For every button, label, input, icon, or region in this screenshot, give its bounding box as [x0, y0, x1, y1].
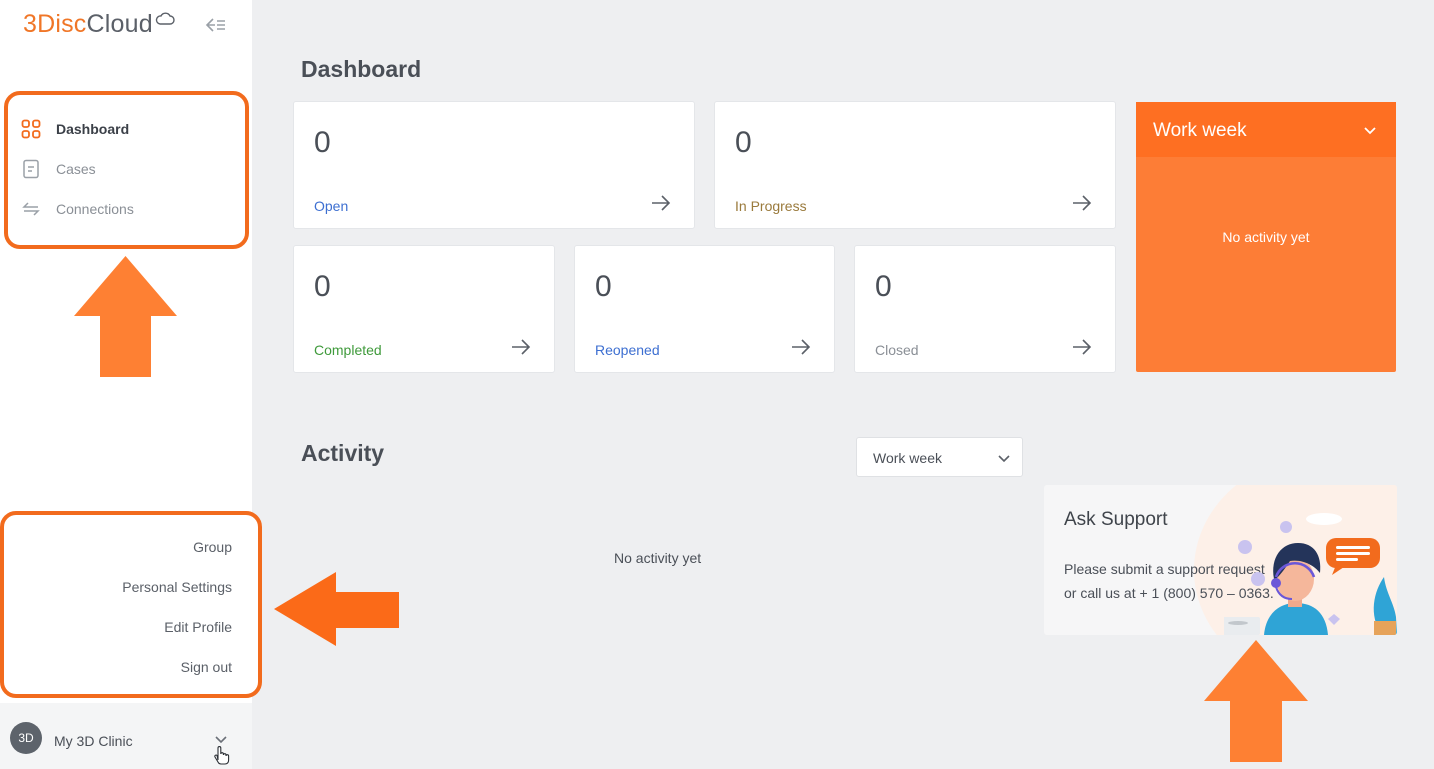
sidebar-item-label: Cases: [56, 161, 96, 177]
menu-item-sign-out[interactable]: Sign out: [181, 659, 232, 675]
page-title: Dashboard: [301, 56, 422, 82]
arrow-right-icon[interactable]: [510, 338, 532, 356]
chevron-down-icon[interactable]: [210, 729, 232, 765]
app-logo[interactable]: 3DiscCloud: [23, 10, 175, 39]
sidebar-item-label: Dashboard: [56, 121, 130, 137]
stat-label: In Progress: [735, 198, 807, 214]
stat-value: 0: [875, 270, 892, 303]
arrow-right-icon[interactable]: [790, 338, 812, 356]
stat-value: 0: [314, 270, 331, 303]
work-week-empty-message: No activity yet: [1222, 229, 1310, 245]
chevron-down-icon: [1364, 127, 1376, 135]
sidebar-item-cases[interactable]: Cases: [20, 156, 240, 182]
logo-text-secondary: Cloud: [86, 10, 153, 38]
document-icon: [20, 158, 42, 180]
sidebar-item-label: Connections: [56, 201, 134, 217]
grid-icon: [20, 118, 42, 140]
stat-card-open[interactable]: 0 Open: [293, 101, 695, 229]
account-switcher[interactable]: 3D My 3D Clinic: [0, 703, 252, 769]
stat-label: Completed: [314, 342, 382, 358]
activity-title: Activity: [301, 440, 385, 466]
stat-value: 0: [595, 270, 612, 303]
stat-card-in-progress[interactable]: 0 In Progress: [714, 101, 1116, 229]
swap-arrows-icon: [20, 198, 42, 220]
user-menu: Group Personal Settings Edit Profile Sig…: [0, 511, 262, 698]
ask-support-card[interactable]: Ask Support Please submit a support requ…: [1044, 485, 1397, 635]
stat-value: 0: [314, 126, 331, 159]
stat-label: Reopened: [595, 342, 660, 358]
work-week-card: Work week No activity yet: [1136, 102, 1396, 372]
arrow-right-icon[interactable]: [1071, 194, 1093, 212]
stat-label: Open: [314, 198, 349, 214]
arrow-right-icon[interactable]: [650, 194, 672, 212]
select-value: Work week: [873, 450, 942, 466]
annotation-arrow-left: [274, 572, 399, 646]
menu-item-group[interactable]: Group: [193, 539, 232, 555]
stat-card-reopened[interactable]: 0 Reopened: [574, 245, 835, 373]
work-week-title: Work week: [1153, 120, 1247, 141]
cloud-icon: [155, 12, 175, 25]
activity-empty-message: No activity yet: [614, 550, 702, 566]
support-agent-illustration: [1224, 513, 1397, 635]
sidebar-item-dashboard[interactable]: Dashboard: [20, 116, 240, 142]
stat-card-completed[interactable]: 0 Completed: [293, 245, 555, 373]
logo-text-primary: 3Disc: [23, 10, 87, 38]
menu-item-edit-profile[interactable]: Edit Profile: [164, 619, 232, 635]
annotation-arrow-up: [74, 256, 177, 377]
sidebar-nav: Dashboard Cases Connections: [4, 91, 249, 249]
stat-label: Closed: [875, 342, 919, 358]
sidebar-item-connections[interactable]: Connections: [20, 196, 240, 222]
collapse-sidebar-icon[interactable]: [204, 14, 228, 36]
arrow-right-icon[interactable]: [1071, 338, 1093, 356]
activity-period-select[interactable]: Work week: [856, 437, 1023, 477]
account-name: My 3D Clinic: [54, 733, 133, 749]
menu-item-personal-settings[interactable]: Personal Settings: [122, 579, 232, 595]
stat-value: 0: [735, 126, 752, 159]
stat-card-closed[interactable]: 0 Closed: [854, 245, 1116, 373]
work-week-dropdown[interactable]: Work week: [1136, 102, 1396, 157]
chevron-down-icon: [998, 455, 1010, 463]
annotation-arrow-up: [1204, 640, 1308, 762]
support-title: Ask Support: [1064, 509, 1168, 530]
avatar: 3D: [10, 722, 42, 754]
